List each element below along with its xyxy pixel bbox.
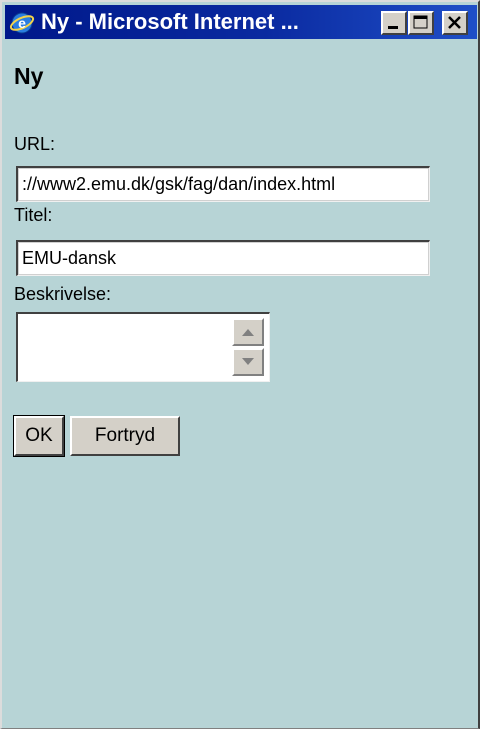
- minimize-button[interactable]: [381, 11, 407, 35]
- url-value: ://www2.emu.dk/gsk/fag/dan/index.html: [22, 174, 336, 194]
- minimize-icon: [388, 26, 398, 29]
- beskrivelse-label: Beskrivelse:: [14, 284, 112, 304]
- svg-text:e: e: [18, 15, 26, 31]
- maximize-button[interactable]: [408, 11, 434, 35]
- close-icon: [448, 16, 461, 29]
- maximize-icon: [413, 15, 428, 29]
- window-title: Ny - Microsoft Internet ...: [41, 9, 299, 34]
- close-button[interactable]: [442, 11, 468, 35]
- arrow-up-icon: [242, 329, 254, 336]
- browser-window: e Ny - Microsoft Internet ... Ny URL: :/…: [0, 0, 480, 729]
- cancel-button[interactable]: Fortryd: [70, 416, 180, 456]
- scroll-down-button[interactable]: [232, 348, 264, 376]
- ok-button[interactable]: OK: [13, 415, 65, 457]
- url-label: URL:: [14, 134, 56, 154]
- beskrivelse-textarea[interactable]: [16, 312, 270, 382]
- internet-explorer-icon: e: [9, 12, 35, 34]
- scroll-up-button[interactable]: [232, 318, 264, 346]
- arrow-down-icon: [242, 358, 254, 365]
- titel-label: Titel:: [14, 205, 53, 225]
- url-input[interactable]: ://www2.emu.dk/gsk/fag/dan/index.html: [16, 166, 430, 202]
- title-bar[interactable]: e Ny - Microsoft Internet ...: [5, 5, 477, 39]
- titel-input[interactable]: EMU-dansk: [16, 240, 430, 276]
- page-title: Ny: [14, 63, 44, 89]
